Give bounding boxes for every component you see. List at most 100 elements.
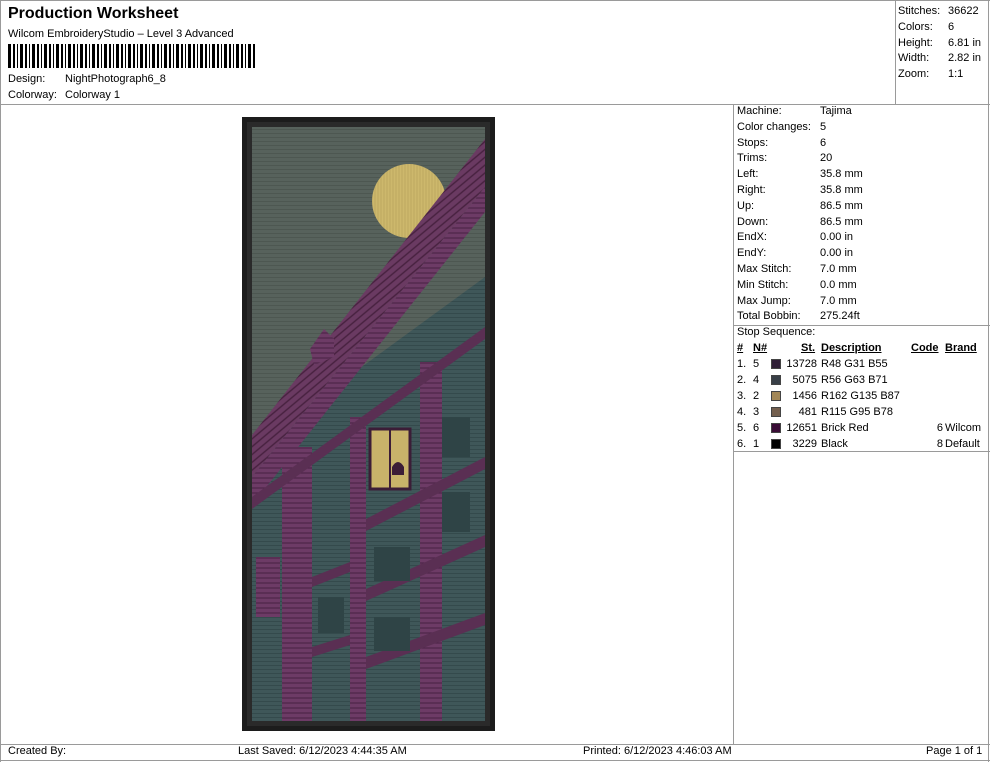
- thread-description: Brick Red: [821, 422, 869, 434]
- stop-table-header: # N# St. Description Code Brand: [0, 342, 990, 358]
- window: [442, 492, 470, 532]
- stop-index: 6.: [737, 438, 747, 450]
- stop-row: 4. 3 481 R115 G95 B78: [0, 406, 990, 422]
- page-title: Production Worksheet: [8, 5, 179, 22]
- needle-number: 5: [753, 358, 760, 370]
- thread-code: 6: [936, 422, 943, 434]
- top-border: [0, 0, 990, 1]
- window: [442, 417, 470, 457]
- design-preview: [242, 117, 495, 731]
- info-right: Right: 35.8 mm: [737, 184, 863, 196]
- summary-label: Stitches:: [898, 5, 941, 17]
- info-min-stitch: Min Stitch: 0.0 mm: [737, 279, 857, 291]
- stitch-count: 3229: [792, 438, 817, 450]
- header-num: #: [737, 342, 744, 354]
- info-up: Up: 86.5 mm: [737, 200, 863, 212]
- stop-index: 4.: [737, 406, 747, 418]
- thread-description: Black: [821, 438, 848, 450]
- summary-value: 6.81 in: [948, 37, 982, 49]
- header-code: Code: [911, 342, 939, 354]
- info-value: 275.24ft: [820, 310, 860, 322]
- needle-number: 2: [753, 390, 760, 402]
- info-label: Max Jump:: [737, 295, 791, 307]
- info-label: EndX:: [737, 231, 767, 243]
- stop-row: 5. 6 12651 Brick Red 6 Wilcom: [0, 422, 990, 438]
- thread-brand: Wilcom: [945, 422, 982, 434]
- thread-color-swatch: [771, 423, 781, 433]
- stop-row: 2. 4 5075 R56 G63 B71: [0, 374, 990, 390]
- pillar: [350, 417, 366, 721]
- needle-number: 3: [753, 406, 760, 418]
- thread-description: R115 G95 B78: [821, 406, 893, 418]
- info-value: Tajima: [820, 105, 852, 117]
- info-value: 7.0 mm: [820, 263, 857, 275]
- info-label: EndY:: [737, 247, 767, 259]
- thread-color-swatch: [771, 359, 781, 369]
- summary-label: Height:: [898, 37, 933, 49]
- needle-number: 4: [753, 374, 760, 386]
- info-label: Up:: [737, 200, 755, 212]
- summary-divider: [895, 0, 896, 104]
- info-value: 7.0 mm: [820, 295, 857, 307]
- barcode: [8, 44, 256, 68]
- summary-value: 1:1: [948, 68, 964, 80]
- stitch-count: 481: [798, 406, 817, 418]
- footer-divider: [0, 744, 990, 745]
- window: [374, 547, 410, 581]
- info-label: Down:: [737, 216, 769, 228]
- stop-row: 6. 1 3229 Black 8 Default: [0, 438, 990, 454]
- info-left: Left: 35.8 mm: [737, 168, 863, 180]
- thread-color-swatch: [771, 391, 781, 401]
- summary-colors: Colors: 6: [898, 21, 954, 33]
- colorway-label: Colorway:: [8, 89, 57, 101]
- pillar: [282, 447, 312, 721]
- window: [318, 597, 344, 633]
- info-label: Max Stitch:: [737, 263, 792, 275]
- info-endx: EndX: 0.00 in: [737, 231, 853, 243]
- thread-color-swatch: [771, 407, 781, 417]
- summary-height: Height: 6.81 in: [898, 37, 981, 49]
- colorway-row: Colorway: Colorway 1: [8, 89, 120, 101]
- info-endy: EndY: 0.00 in: [737, 247, 853, 259]
- summary-width: Width: 2.82 in: [898, 52, 981, 64]
- info-label: Color changes:: [737, 121, 811, 133]
- info-total-bobbin: Total Bobbin: 275.24ft: [737, 310, 860, 322]
- info-value: 0.0 mm: [820, 279, 857, 291]
- bottom-border: [0, 760, 990, 761]
- needle-number: 6: [753, 422, 760, 434]
- header-description: Description: [821, 342, 882, 354]
- info-value: 86.5 mm: [820, 216, 863, 228]
- header-st: St.: [801, 342, 816, 354]
- summary-value: 36622: [948, 5, 979, 17]
- stop-index: 2.: [737, 374, 747, 386]
- colorway-value: Colorway 1: [65, 89, 121, 101]
- info-label: Min Stitch:: [737, 279, 789, 291]
- stitch-count: 5075: [792, 374, 817, 386]
- thread-description: R162 G135 B87: [821, 390, 900, 402]
- info-trims: Trims: 20: [737, 152, 832, 164]
- info-machine: Machine: Tajima: [737, 105, 852, 117]
- summary-label: Colors:: [898, 21, 933, 33]
- info-label: Right:: [737, 184, 766, 196]
- info-value: 6: [820, 137, 827, 149]
- info-max-jump: Max Jump: 7.0 mm: [737, 295, 857, 307]
- thread-description: R48 G31 B55: [821, 358, 888, 370]
- stop-index: 3.: [737, 390, 747, 402]
- design-artwork: [242, 117, 495, 731]
- thread-code: 8: [936, 438, 943, 450]
- info-label: Left:: [737, 168, 759, 180]
- info-value: 0.00 in: [820, 247, 854, 259]
- stop-sequence-title: Stop Sequence:: [737, 326, 816, 338]
- info-label: Trims:: [737, 152, 768, 164]
- header-brand: Brand: [945, 342, 977, 354]
- footer-printed: Printed: 6/12/2023 4:46:03 AM: [583, 745, 732, 757]
- thread-color-swatch: [771, 375, 781, 385]
- info-value: 86.5 mm: [820, 200, 863, 212]
- thread-color-swatch: [771, 439, 781, 449]
- footer-page: Page 1 of 1: [926, 745, 983, 757]
- info-value: 35.8 mm: [820, 168, 863, 180]
- stop-row: 1. 5 13728 R48 G31 B55: [0, 358, 990, 374]
- design-value: NightPhotograph6_8: [65, 73, 166, 85]
- summary-label: Width:: [898, 52, 930, 64]
- thread-description: R56 G63 B71: [821, 374, 888, 386]
